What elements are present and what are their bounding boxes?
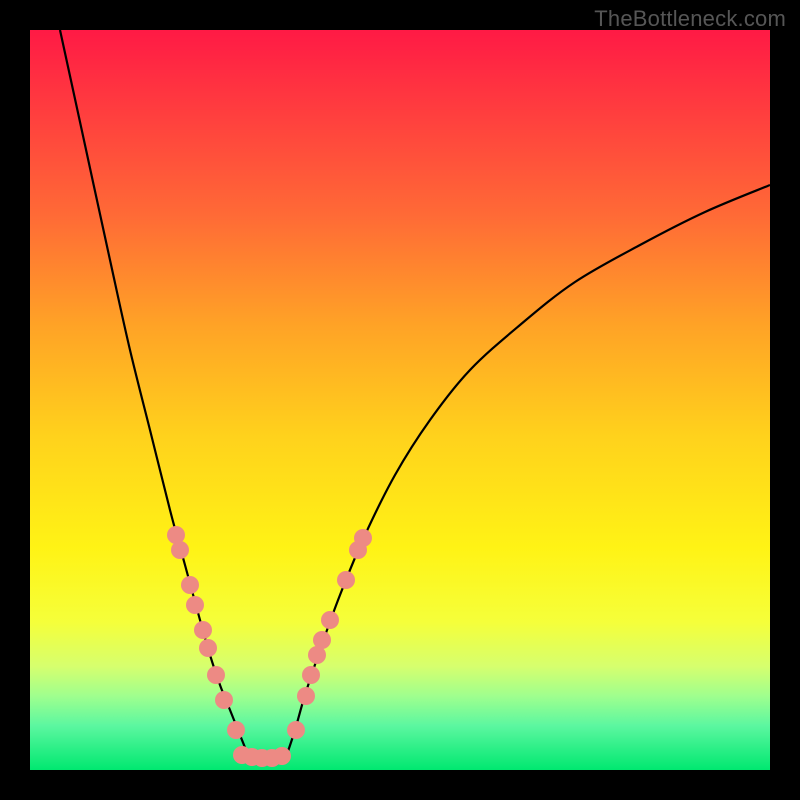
- left-dot: [215, 691, 233, 709]
- right-dot: [321, 611, 339, 629]
- left-dot: [194, 621, 212, 639]
- left-dot: [181, 576, 199, 594]
- left-curve: [60, 30, 250, 760]
- watermark-text: TheBottleneck.com: [594, 6, 786, 32]
- frame: TheBottleneck.com: [0, 0, 800, 800]
- right-curve: [285, 185, 770, 760]
- data-points: [167, 526, 372, 767]
- plot-area: [30, 30, 770, 770]
- left-dot: [171, 541, 189, 559]
- chart-svg: [30, 30, 770, 770]
- left-dot: [207, 666, 225, 684]
- right-dot: [297, 687, 315, 705]
- right-dot: [287, 721, 305, 739]
- bottom-dot: [273, 747, 291, 765]
- left-dot: [227, 721, 245, 739]
- right-dot: [354, 529, 372, 547]
- left-dot: [199, 639, 217, 657]
- right-dot: [313, 631, 331, 649]
- left-dot: [186, 596, 204, 614]
- right-dot: [302, 666, 320, 684]
- right-dot: [337, 571, 355, 589]
